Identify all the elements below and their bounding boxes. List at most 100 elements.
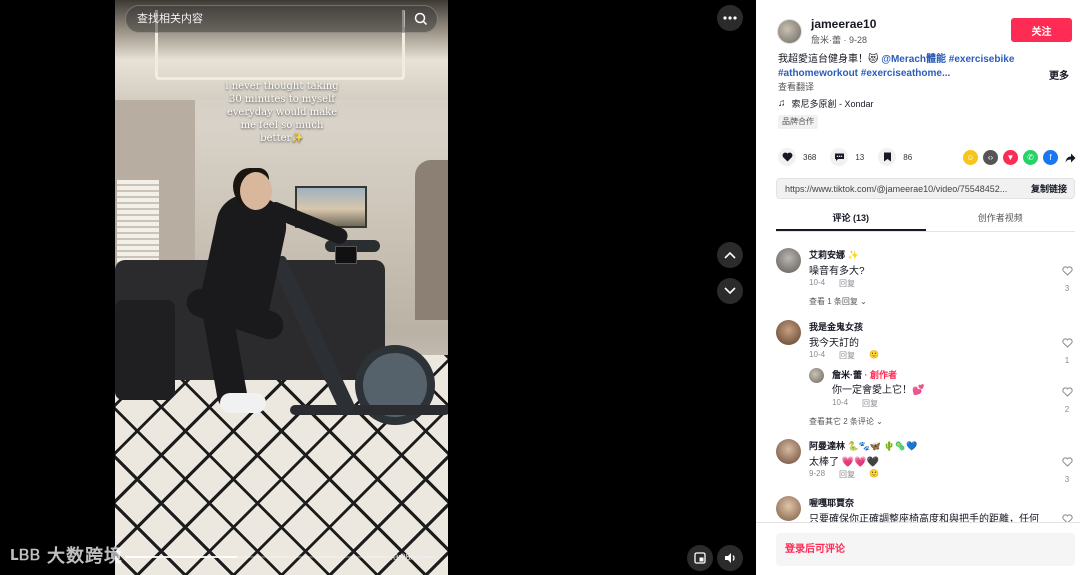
comment-avatar[interactable] bbox=[776, 248, 801, 273]
share-code-icon[interactable]: ‹› bbox=[983, 150, 998, 165]
next-video-button[interactable] bbox=[717, 278, 743, 304]
comment-like-button[interactable] bbox=[1060, 511, 1074, 522]
watermark: ԼᏴᏴ 大数跨境 bbox=[10, 542, 123, 568]
comment-reply-button[interactable]: 回复 bbox=[839, 469, 855, 480]
heart-outline-icon bbox=[1061, 266, 1073, 276]
like-button[interactable]: 368 bbox=[778, 148, 816, 166]
author-liked-badge: 🙂 bbox=[869, 350, 879, 359]
previous-video-button[interactable] bbox=[717, 242, 743, 268]
video-scene-doorway bbox=[415, 160, 448, 320]
author-header: jameerae10 詹米·蕾 · 9-28 bbox=[777, 17, 876, 46]
heart-icon bbox=[782, 152, 792, 162]
video-caption-overlay: i never thought taking 30 minutes to mys… bbox=[225, 81, 339, 144]
video-stage: i never thought taking 30 minutes to mys… bbox=[0, 0, 756, 575]
like-count: 368 bbox=[803, 152, 817, 162]
translate-link[interactable]: 查看翻译 bbox=[778, 80, 814, 93]
more-options-button[interactable] bbox=[717, 5, 743, 31]
tab-comments[interactable]: 评论 (13) bbox=[776, 208, 926, 231]
share-link-url[interactable]: https://www.tiktok.com/@jameerae10/video… bbox=[777, 184, 1024, 194]
watermark-text: 大数跨境 bbox=[47, 546, 124, 566]
music-title: 索尼多原創 - Xondar bbox=[791, 99, 874, 109]
music-info[interactable]: ♫ 索尼多原創 - Xondar bbox=[778, 97, 874, 110]
heart-outline-icon bbox=[1061, 338, 1073, 348]
comment-author[interactable]: 喔嘎耶賈奈 bbox=[809, 496, 854, 509]
comment-author[interactable]: 艾莉安娜 ✨ bbox=[809, 248, 859, 261]
video-progress-fill bbox=[125, 556, 237, 558]
comment-like-button[interactable]: 1 bbox=[1060, 335, 1074, 365]
author-meta: jameerae10 詹米·蕾 · 9-28 bbox=[811, 17, 876, 46]
comment-count: 13 bbox=[855, 152, 865, 162]
app-root: i never thought taking 30 minutes to mys… bbox=[0, 0, 1080, 575]
heart-outline-icon bbox=[1061, 387, 1073, 397]
comment-date: 9-28 bbox=[809, 469, 826, 478]
reply-like-count: 2 bbox=[1064, 405, 1070, 414]
comment-author[interactable]: 我是金鬼女孩 bbox=[809, 320, 863, 333]
comment-meta: 10-4 回复 🙂 bbox=[809, 350, 893, 361]
search-bar[interactable] bbox=[125, 5, 438, 33]
author-avatar[interactable] bbox=[777, 19, 802, 44]
comment-list: 艾莉安娜 ✨ 噪音有多大? 10-4 回复 3 查看 1 条回复 ⌄ 我是金鬼女… bbox=[756, 238, 1080, 522]
comment-avatar[interactable] bbox=[776, 439, 801, 464]
comment-reply-button[interactable]: 回复 bbox=[839, 350, 855, 361]
comment-avatar[interactable] bbox=[776, 496, 801, 521]
pip-icon bbox=[694, 552, 706, 564]
share-arrow-icon bbox=[1065, 153, 1076, 162]
tab-creator-videos[interactable]: 创作者视频 bbox=[926, 208, 1076, 231]
comment-button[interactable]: 13 bbox=[830, 148, 864, 166]
search-input[interactable] bbox=[126, 6, 404, 32]
share-more-icon[interactable] bbox=[1063, 150, 1078, 165]
author-subline: 詹米·蕾 · 9-28 bbox=[811, 35, 868, 45]
comment-author[interactable]: 阿曼達林 🐍🐾🦋 🌵🦠💙 bbox=[809, 439, 917, 452]
speaker-icon bbox=[724, 553, 735, 563]
video-scene-bike-base bbox=[290, 405, 448, 415]
video-scene-rider-shoe bbox=[220, 393, 266, 413]
reply-date: 10-4 bbox=[832, 398, 849, 407]
view-replies-link[interactable]: 查看 1 条回复 ⌄ bbox=[809, 296, 867, 307]
comment-icon-wrap bbox=[830, 148, 849, 166]
description-text: 我超愛這台健身車！😻 bbox=[778, 54, 879, 65]
view-more-replies-link[interactable]: 查看其它 2 条评论 ⌄ bbox=[809, 416, 883, 427]
share-link-box: https://www.tiktok.com/@jameerae10/video… bbox=[776, 178, 1075, 199]
search-button[interactable] bbox=[405, 5, 437, 33]
login-to-comment-button[interactable]: 登录后可评论 bbox=[776, 533, 1075, 566]
comment-like-count: 3 bbox=[1064, 475, 1070, 484]
comment-like-button[interactable]: 3 bbox=[1060, 263, 1074, 293]
share-send-icon[interactable]: ▼ bbox=[1003, 150, 1018, 165]
copy-link-button[interactable]: 复制链接 bbox=[1024, 182, 1074, 195]
share-embed-icon[interactable]: ☺ bbox=[963, 150, 978, 165]
comment-date: 10-4 bbox=[809, 278, 826, 287]
comment-like-count: 1 bbox=[1064, 356, 1070, 365]
hashtag-exerciseathome[interactable]: #exerciseathome... bbox=[861, 68, 951, 79]
follow-button[interactable]: 关注 bbox=[1011, 18, 1072, 42]
engagement-stats: 368 13 86 bbox=[778, 148, 926, 166]
reply-reply-button[interactable]: 回复 bbox=[862, 398, 878, 409]
hashtag-athomeworkout[interactable]: #athomeworkout bbox=[778, 68, 858, 79]
expand-description-link[interactable]: 更多 bbox=[1049, 67, 1069, 82]
video-scene-bike-screen bbox=[335, 246, 357, 264]
comment-like-button[interactable]: 3 bbox=[1060, 454, 1074, 484]
author-username[interactable]: jameerae10 bbox=[811, 17, 876, 31]
reply-avatar[interactable] bbox=[809, 368, 824, 383]
hashtag-exercisebike[interactable]: #exercisebike bbox=[949, 54, 1015, 65]
reply-author[interactable]: 詹米·蕾 · 創作者 bbox=[832, 368, 897, 381]
reply-text: 你一定會愛上它！💕 bbox=[832, 385, 925, 396]
comment-avatar[interactable] bbox=[776, 320, 801, 345]
author-display-name: 詹米·蕾 bbox=[811, 35, 841, 45]
comment-reply-button[interactable]: 回复 bbox=[839, 278, 855, 289]
volume-button[interactable] bbox=[717, 545, 743, 571]
reply-meta: 10-4 回复 bbox=[832, 398, 892, 409]
comment-text: 我今天訂的 bbox=[809, 338, 859, 349]
picture-in-picture-button[interactable] bbox=[687, 545, 713, 571]
save-button[interactable]: 86 bbox=[878, 148, 912, 166]
reply-like-button[interactable]: 2 bbox=[1060, 384, 1074, 414]
search-icon bbox=[414, 12, 428, 26]
share-whatsapp-icon[interactable]: ✆ bbox=[1023, 150, 1038, 165]
comment-date: 10-4 bbox=[809, 350, 826, 359]
video-time: 00:08/00:22 bbox=[388, 552, 436, 562]
hashtag-mention[interactable]: @Merach體能 bbox=[881, 54, 946, 65]
bookmark-icon bbox=[883, 152, 891, 162]
brand-partnership-badge: 品牌合作 bbox=[778, 115, 818, 129]
video-scene-sofa-arm bbox=[115, 300, 175, 400]
share-facebook-icon[interactable]: f bbox=[1043, 150, 1058, 165]
detail-panel: jameerae10 詹米·蕾 · 9-28 关注 我超愛這台健身車！😻 @Me… bbox=[756, 0, 1080, 575]
